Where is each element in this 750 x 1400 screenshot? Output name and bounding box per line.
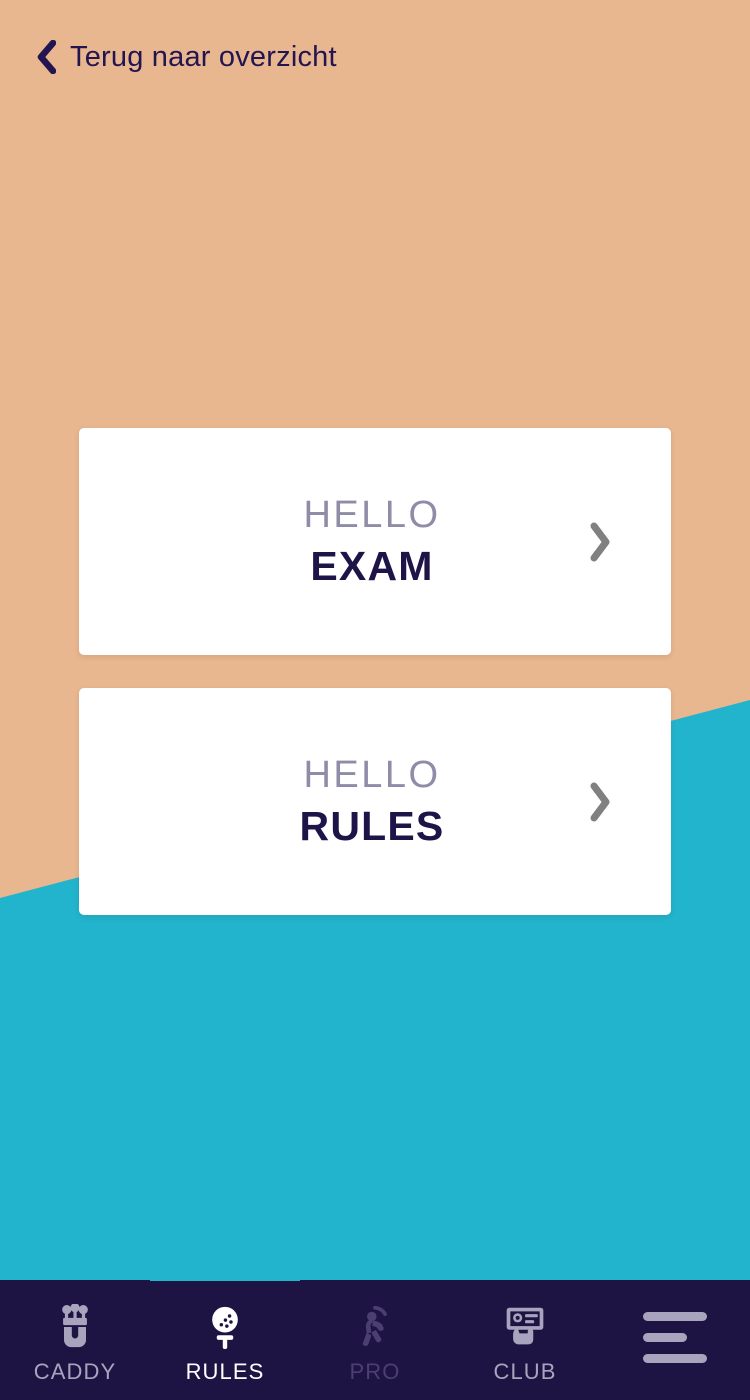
hamburger-bar [643, 1332, 687, 1342]
card-text-group: HELLO RULES [300, 753, 445, 850]
golf-ball-tee-icon [201, 1302, 249, 1352]
hamburger-bar [643, 1311, 707, 1321]
hamburger-bar [643, 1353, 707, 1363]
tab-club[interactable]: CLUB [450, 1280, 600, 1400]
card-title: EXAM [310, 542, 434, 589]
card-rules[interactable]: HELLO RULES [79, 688, 671, 915]
hamburger-menu-icon [643, 1311, 707, 1363]
active-tab-indicator [150, 1275, 300, 1281]
tab-pro[interactable]: PRO [300, 1280, 450, 1400]
card-title: RULES [299, 802, 445, 849]
chevron-right-icon[interactable] [587, 521, 613, 563]
card-kicker: HELLO [303, 493, 441, 536]
card-list: HELLO EXAM HELLO RULES [79, 428, 671, 915]
membership-card-icon [501, 1302, 549, 1352]
bottom-tab-bar: CADDY RULES PRO CLUB [0, 1275, 750, 1400]
tab-rules[interactable]: RULES [150, 1275, 300, 1400]
chevron-left-icon [37, 40, 56, 74]
app-screen: Terug naar overzicht HELLO EXAM HELLO RU… [0, 0, 750, 1400]
golfer-swing-icon [351, 1302, 399, 1352]
card-text-group: HELLO EXAM [303, 493, 440, 590]
tab-label-pro: PRO [349, 1358, 401, 1384]
golf-bag-icon [51, 1302, 99, 1352]
tab-label-rules: RULES [185, 1358, 265, 1384]
back-to-overview-button[interactable]: Terug naar overzicht [36, 40, 337, 74]
card-kicker: HELLO [303, 753, 441, 796]
chevron-right-icon[interactable] [587, 781, 613, 823]
tab-label-club: CLUB [493, 1358, 557, 1384]
back-label: Terug naar overzicht [70, 40, 337, 73]
menu-button[interactable] [600, 1280, 750, 1400]
card-exam[interactable]: HELLO EXAM [79, 428, 671, 655]
tab-caddy[interactable]: CADDY [0, 1280, 150, 1400]
tab-label-caddy: CADDY [33, 1358, 117, 1384]
